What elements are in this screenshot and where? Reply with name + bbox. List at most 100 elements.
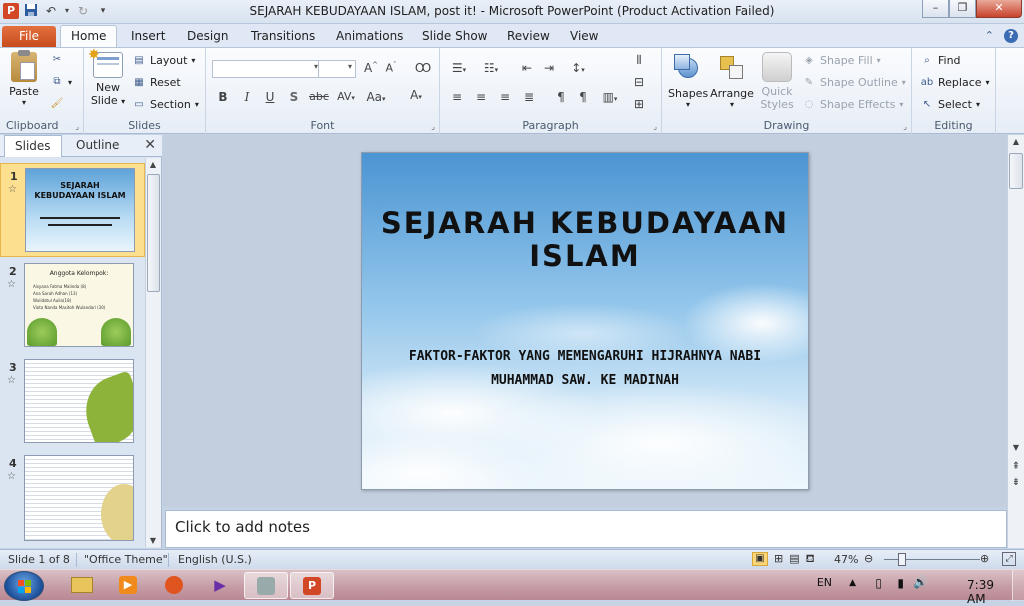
app-taskbar-icon[interactable] — [152, 572, 196, 599]
paragraph-dialog-launcher-icon[interactable]: ⌟ — [653, 122, 657, 131]
arrange-button[interactable]: Arrange ▾ — [710, 52, 754, 109]
bold-icon[interactable]: B — [214, 90, 232, 104]
text-direction-icon[interactable]: ⫴ — [630, 53, 648, 68]
previous-slide-icon[interactable]: ⇞ — [1009, 461, 1023, 472]
zoom-level[interactable]: 47% — [834, 553, 858, 566]
utility-taskbar-icon[interactable] — [244, 572, 288, 599]
slides-pane-scrollbar[interactable]: ▲ ▼ — [145, 158, 161, 547]
tab-slide-show[interactable]: Slide Show — [422, 27, 487, 47]
zoom-out-icon[interactable]: ⊖ — [864, 552, 873, 565]
start-button[interactable] — [4, 571, 44, 601]
font-size-combo[interactable]: ▾ — [318, 60, 356, 78]
clock[interactable]: 7:39 AM — [967, 578, 994, 606]
shape-outline-button[interactable]: ✎ Shape Outline ▾ — [802, 76, 906, 89]
clear-formatting-icon[interactable]: Ꝏ — [414, 61, 432, 75]
normal-view-icon[interactable]: ▣ — [752, 552, 768, 566]
powerpoint-taskbar-icon[interactable]: P — [290, 572, 334, 599]
slide-show-icon[interactable]: ⛾ — [806, 552, 815, 567]
reading-view-icon[interactable]: ▤ — [789, 552, 799, 567]
tab-view[interactable]: View — [570, 27, 598, 47]
replace-button[interactable]: ab Replace ▾ — [920, 76, 990, 89]
line-spacing-icon[interactable]: ↕▾ — [566, 61, 590, 75]
zoom-slider-thumb[interactable] — [898, 553, 906, 566]
battery-icon[interactable]: ▯ — [875, 576, 882, 590]
scroll-down-icon[interactable]: ▼ — [1009, 443, 1023, 452]
drawing-dialog-launcher-icon[interactable]: ⌟ — [903, 122, 907, 131]
strikethrough-icon[interactable]: abc — [307, 90, 331, 103]
tab-file[interactable]: File — [2, 26, 56, 47]
shadow-icon[interactable]: S — [285, 90, 303, 104]
minimize-button[interactable]: – — [922, 0, 949, 18]
slide-title[interactable]: SEJARAH KEBUDAYAAN ISLAM — [372, 207, 798, 273]
decrease-indent-icon[interactable]: ⇤ — [518, 61, 536, 75]
explorer-taskbar-icon[interactable] — [60, 572, 104, 599]
align-right-icon[interactable]: ≡ — [496, 90, 514, 104]
show-desktop-button[interactable] — [1012, 570, 1024, 601]
scroll-up-icon[interactable]: ▲ — [1009, 137, 1023, 146]
ltr-icon[interactable]: ¶ — [552, 90, 570, 104]
dialog-launcher-icon[interactable]: ⌟ — [75, 122, 79, 131]
find-button[interactable]: ⌕ Find — [920, 54, 960, 67]
shrink-font-icon[interactable]: Aˇ — [382, 61, 400, 75]
character-spacing-icon[interactable]: AV▾ — [334, 90, 358, 103]
language-status[interactable]: English (U.S.) — [178, 553, 252, 566]
quick-styles-button[interactable]: Quick Styles — [756, 52, 798, 111]
format-painter-button[interactable]: 🖌 — [50, 98, 64, 110]
media-player-taskbar-icon[interactable]: ▶ — [106, 572, 150, 599]
zoom-in-icon[interactable]: ⊕ — [980, 552, 989, 565]
minimize-ribbon-icon[interactable]: ⌃ — [985, 29, 994, 43]
columns-icon[interactable]: ▥▾ — [598, 90, 622, 104]
font-name-combo[interactable]: ▾ — [212, 60, 322, 78]
slide-thumbnail-3[interactable]: 3 ☆ — [0, 355, 145, 449]
slide-thumbnail-4[interactable]: 4 ☆ — [0, 451, 145, 545]
tab-home[interactable]: Home — [60, 25, 118, 48]
close-button[interactable]: ✕ — [976, 0, 1022, 18]
notes-pane[interactable]: Click to add notes — [165, 510, 1007, 548]
scroll-thumb[interactable] — [1009, 153, 1023, 189]
bullets-icon[interactable]: ☰▾ — [448, 61, 470, 75]
change-case-icon[interactable]: Aa▾ — [364, 90, 388, 104]
show-hidden-icons-icon[interactable]: ▲ — [849, 578, 856, 588]
tab-review[interactable]: Review — [507, 27, 550, 47]
paste-button[interactable]: Paste ▾ — [6, 50, 42, 107]
scroll-up-icon[interactable]: ▲ — [146, 160, 160, 169]
scroll-down-icon[interactable]: ▼ — [146, 536, 160, 545]
notes-placeholder[interactable]: Click to add notes — [175, 518, 310, 536]
align-center-icon[interactable]: ≡ — [472, 90, 490, 104]
slide-subtitle[interactable]: FAKTOR-FAKTOR YANG MEMENGARUHI HIJRAHNYA… — [402, 345, 768, 393]
align-left-icon[interactable]: ≡ — [448, 90, 466, 104]
scroll-thumb[interactable] — [147, 174, 160, 292]
new-slide-button[interactable]: ✸ New Slide ▾ — [88, 47, 128, 107]
signal-icon[interactable]: ▮ — [897, 576, 904, 590]
theme-status[interactable]: "Office Theme" — [84, 553, 168, 566]
current-slide[interactable]: SEJARAH KEBUDAYAAN ISLAM FAKTOR-FAKTOR Y… — [361, 152, 809, 490]
font-color-icon[interactable]: A▾ — [404, 88, 428, 102]
visual-studio-taskbar-icon[interactable]: ▶ — [198, 572, 242, 599]
grow-font-icon[interactable]: A^ — [362, 61, 380, 75]
section-button[interactable]: ▭ Section ▾ — [132, 98, 199, 111]
numbering-icon[interactable]: ☷▾ — [480, 61, 502, 75]
shape-fill-button[interactable]: ◈ Shape Fill ▾ — [802, 54, 881, 67]
copy-button[interactable]: ⧉ ▾ — [50, 76, 72, 88]
shape-effects-button[interactable]: ◌ Shape Effects ▾ — [802, 98, 904, 111]
tab-insert[interactable]: Insert — [131, 27, 165, 47]
language-indicator[interactable]: EN — [817, 576, 832, 589]
smartart-icon[interactable]: ⊞ — [630, 97, 648, 111]
italic-icon[interactable]: I — [238, 90, 256, 104]
next-slide-icon[interactable]: ⇟ — [1009, 477, 1023, 488]
layout-button[interactable]: ▤ Layout ▾ — [132, 54, 195, 67]
close-pane-icon[interactable]: ✕ — [144, 137, 156, 153]
tab-design[interactable]: Design — [187, 27, 228, 47]
increase-indent-icon[interactable]: ⇥ — [540, 61, 558, 75]
underline-icon[interactable]: U — [261, 90, 279, 104]
shapes-button[interactable]: Shapes ▾ — [668, 52, 708, 109]
tab-outline[interactable]: Outline — [76, 138, 119, 152]
tab-transitions[interactable]: Transitions — [251, 27, 315, 47]
align-text-icon[interactable]: ⊟ — [630, 75, 648, 89]
main-vertical-scrollbar[interactable]: ▲ ▼ ⇞ ⇟ — [1007, 135, 1024, 548]
restore-button[interactable]: ❐ — [949, 0, 976, 18]
fit-to-window-icon[interactable]: ⤢ — [1002, 552, 1016, 566]
slide-sorter-icon[interactable]: ⊞ — [774, 552, 783, 567]
font-dialog-launcher-icon[interactable]: ⌟ — [431, 122, 435, 131]
tab-slides[interactable]: Slides — [4, 135, 62, 157]
